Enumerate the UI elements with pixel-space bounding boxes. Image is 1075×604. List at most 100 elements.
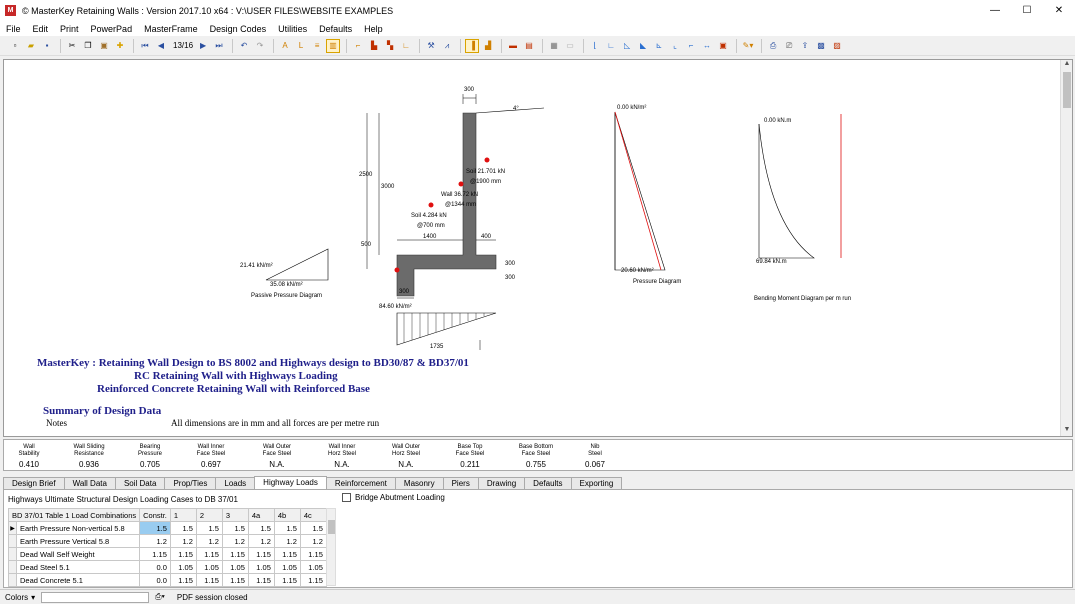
add-icon[interactable]: ✚ bbox=[113, 39, 127, 53]
scroll-up-icon[interactable]: ▲ bbox=[1061, 60, 1072, 70]
grid-1-icon[interactable]: ▦ bbox=[547, 39, 561, 53]
grid-cell[interactable]: 1.5 bbox=[273, 521, 301, 535]
grid-cell[interactable]: 1.2 bbox=[247, 534, 275, 548]
checkbox-box[interactable] bbox=[342, 493, 351, 502]
scroll-thumb[interactable] bbox=[1063, 72, 1071, 108]
profile-7-icon[interactable]: ⌐ bbox=[684, 39, 698, 53]
grid-cell[interactable]: 1.05 bbox=[247, 560, 275, 574]
paste-icon[interactable]: ▣ bbox=[97, 39, 111, 53]
wall-a-icon[interactable]: A bbox=[278, 39, 292, 53]
wall-type-2-icon[interactable]: ▙ bbox=[367, 39, 381, 53]
preview-icon[interactable]: ⎙ bbox=[766, 39, 780, 53]
grid-cell[interactable]: 1.15 bbox=[299, 573, 327, 587]
grid-cell[interactable]: 1.5 bbox=[247, 521, 275, 535]
grid-cell[interactable]: 1.15 bbox=[195, 573, 223, 587]
close-button[interactable]: ✕ bbox=[1043, 0, 1075, 21]
tab-highway-loads[interactable]: Highway Loads bbox=[254, 476, 327, 490]
last-page-icon[interactable]: ⏭ bbox=[212, 39, 226, 53]
menu-print[interactable]: Print bbox=[54, 24, 85, 34]
menu-edit[interactable]: Edit bbox=[27, 24, 55, 34]
chart-icon[interactable]: ⩘ bbox=[440, 39, 454, 53]
grid-cell[interactable]: 1.05 bbox=[273, 560, 301, 574]
grid-cell[interactable]: 1.5 bbox=[221, 521, 249, 535]
grid-cell[interactable]: 1.15 bbox=[247, 573, 275, 587]
grid-2-icon[interactable]: ▭ bbox=[563, 39, 577, 53]
grid-cell[interactable]: 1.15 bbox=[195, 547, 223, 561]
menu-utilities[interactable]: Utilities bbox=[272, 24, 313, 34]
grid-cell[interactable]: 1.15 bbox=[299, 547, 327, 561]
grid-cell[interactable]: 1.05 bbox=[195, 560, 223, 574]
menu-help[interactable]: Help bbox=[358, 24, 389, 34]
profile-4-icon[interactable]: ◣ bbox=[636, 39, 650, 53]
grid-cell[interactable]: 0.0 bbox=[139, 560, 171, 574]
rebar-2-icon[interactable]: ▤ bbox=[522, 39, 536, 53]
save-icon[interactable]: ▪ bbox=[40, 39, 54, 53]
table-row[interactable]: Earth Pressure Vertical 5.8 1.2 1.2 1.2 … bbox=[8, 534, 327, 548]
grid-cell[interactable]: 1.2 bbox=[169, 534, 197, 548]
colors-dropdown[interactable]: Colors bbox=[5, 593, 28, 602]
table-row[interactable]: ▶ Earth Pressure Non-vertical 5.8 1.5 1.… bbox=[8, 521, 327, 535]
next-page-icon[interactable]: ▶ bbox=[196, 39, 210, 53]
grid-cell[interactable]: 1.15 bbox=[247, 547, 275, 561]
print-icon[interactable]: ⎚ bbox=[782, 39, 796, 53]
grid-cell[interactable]: 1.5 bbox=[139, 521, 171, 535]
scroll-down-icon[interactable]: ▼ bbox=[1061, 426, 1072, 436]
grid-cell[interactable]: 1.15 bbox=[221, 547, 249, 561]
grid-cell[interactable]: 1.2 bbox=[139, 534, 171, 548]
edit-dropdown-icon[interactable]: ✎▾ bbox=[741, 39, 755, 53]
printer-icon[interactable]: ⎙▾ bbox=[155, 592, 165, 602]
grid-cell[interactable]: 1.05 bbox=[169, 560, 197, 574]
wall-section-icon[interactable]: ▥ bbox=[326, 38, 341, 53]
grid-cell[interactable]: 0.0 bbox=[139, 573, 171, 587]
bridge-abutment-checkbox[interactable]: Bridge Abutment Loading bbox=[342, 493, 445, 502]
grid-cell[interactable]: 1.15 bbox=[169, 573, 197, 587]
colors-chevron-down-icon[interactable]: ▾ bbox=[31, 593, 35, 602]
export-icon[interactable]: ⇪ bbox=[798, 39, 812, 53]
table-row[interactable]: Dead Wall Self Weight 1.15 1.15 1.15 1.1… bbox=[8, 547, 327, 561]
wall-type-4-icon[interactable]: ∟ bbox=[399, 39, 413, 53]
grid-cell[interactable]: 1.5 bbox=[299, 521, 327, 535]
grid-cell[interactable]: 1.05 bbox=[221, 560, 249, 574]
first-page-icon[interactable]: ⏮ bbox=[138, 39, 152, 53]
grid-cell[interactable]: 1.2 bbox=[195, 534, 223, 548]
wall-base-icon[interactable]: ▟ bbox=[481, 39, 495, 53]
grid-cell[interactable]: 1.2 bbox=[221, 534, 249, 548]
grid-cell[interactable]: 1.15 bbox=[221, 573, 249, 587]
menu-powerpad[interactable]: PowerPad bbox=[85, 24, 139, 34]
grid-scrollbar[interactable] bbox=[326, 508, 336, 586]
cut-icon[interactable]: ✂ bbox=[65, 39, 79, 53]
profile-8-icon[interactable]: ↔ bbox=[700, 39, 714, 53]
grid-cell[interactable]: 1.15 bbox=[273, 573, 301, 587]
grid-cell[interactable]: 1.5 bbox=[195, 521, 223, 535]
grid-cell[interactable]: 1.05 bbox=[299, 560, 327, 574]
grid-cell[interactable]: 1.15 bbox=[139, 547, 171, 561]
grid-cell[interactable]: 1.2 bbox=[273, 534, 301, 548]
menu-design-codes[interactable]: Design Codes bbox=[204, 24, 273, 34]
tools-icon[interactable]: ⚒ bbox=[424, 39, 438, 53]
wall-view-icon[interactable]: ▐ bbox=[465, 38, 480, 53]
grid-scroll-thumb[interactable] bbox=[328, 520, 335, 534]
wall-l-icon[interactable]: L bbox=[294, 39, 308, 53]
profile-1-icon[interactable]: ⌊ bbox=[588, 39, 602, 53]
canvas-scrollbar[interactable]: ▲ ▼ bbox=[1060, 60, 1072, 436]
grid-cell[interactable]: 1.15 bbox=[273, 547, 301, 561]
table-row[interactable]: Dead Concrete 5.1 0.0 1.15 1.15 1.15 1.1… bbox=[8, 573, 327, 587]
grid-cell[interactable]: 1.15 bbox=[169, 547, 197, 561]
new-icon[interactable]: ▫ bbox=[8, 39, 22, 53]
wall-type-1-icon[interactable]: ⌐ bbox=[351, 39, 365, 53]
open-icon[interactable]: ▰ bbox=[24, 39, 38, 53]
profile-6-icon[interactable]: ⌞ bbox=[668, 39, 682, 53]
grid-cell[interactable]: 1.2 bbox=[299, 534, 327, 548]
redo-icon[interactable]: ↷ bbox=[253, 39, 267, 53]
menu-defaults[interactable]: Defaults bbox=[313, 24, 358, 34]
copy-icon[interactable]: ❐ bbox=[81, 39, 95, 53]
menu-masterframe[interactable]: MasterFrame bbox=[138, 24, 204, 34]
minimize-button[interactable]: — bbox=[979, 0, 1011, 21]
wall-type-3-icon[interactable]: ▚ bbox=[383, 39, 397, 53]
menu-file[interactable]: File bbox=[0, 24, 27, 34]
rebar-1-icon[interactable]: ▬ bbox=[506, 39, 520, 53]
pdf-icon[interactable]: ▩ bbox=[814, 39, 828, 53]
profile-9-icon[interactable]: ▣ bbox=[716, 39, 730, 53]
maximize-button[interactable]: ☐ bbox=[1011, 0, 1043, 21]
profile-5-icon[interactable]: ⊾ bbox=[652, 39, 666, 53]
